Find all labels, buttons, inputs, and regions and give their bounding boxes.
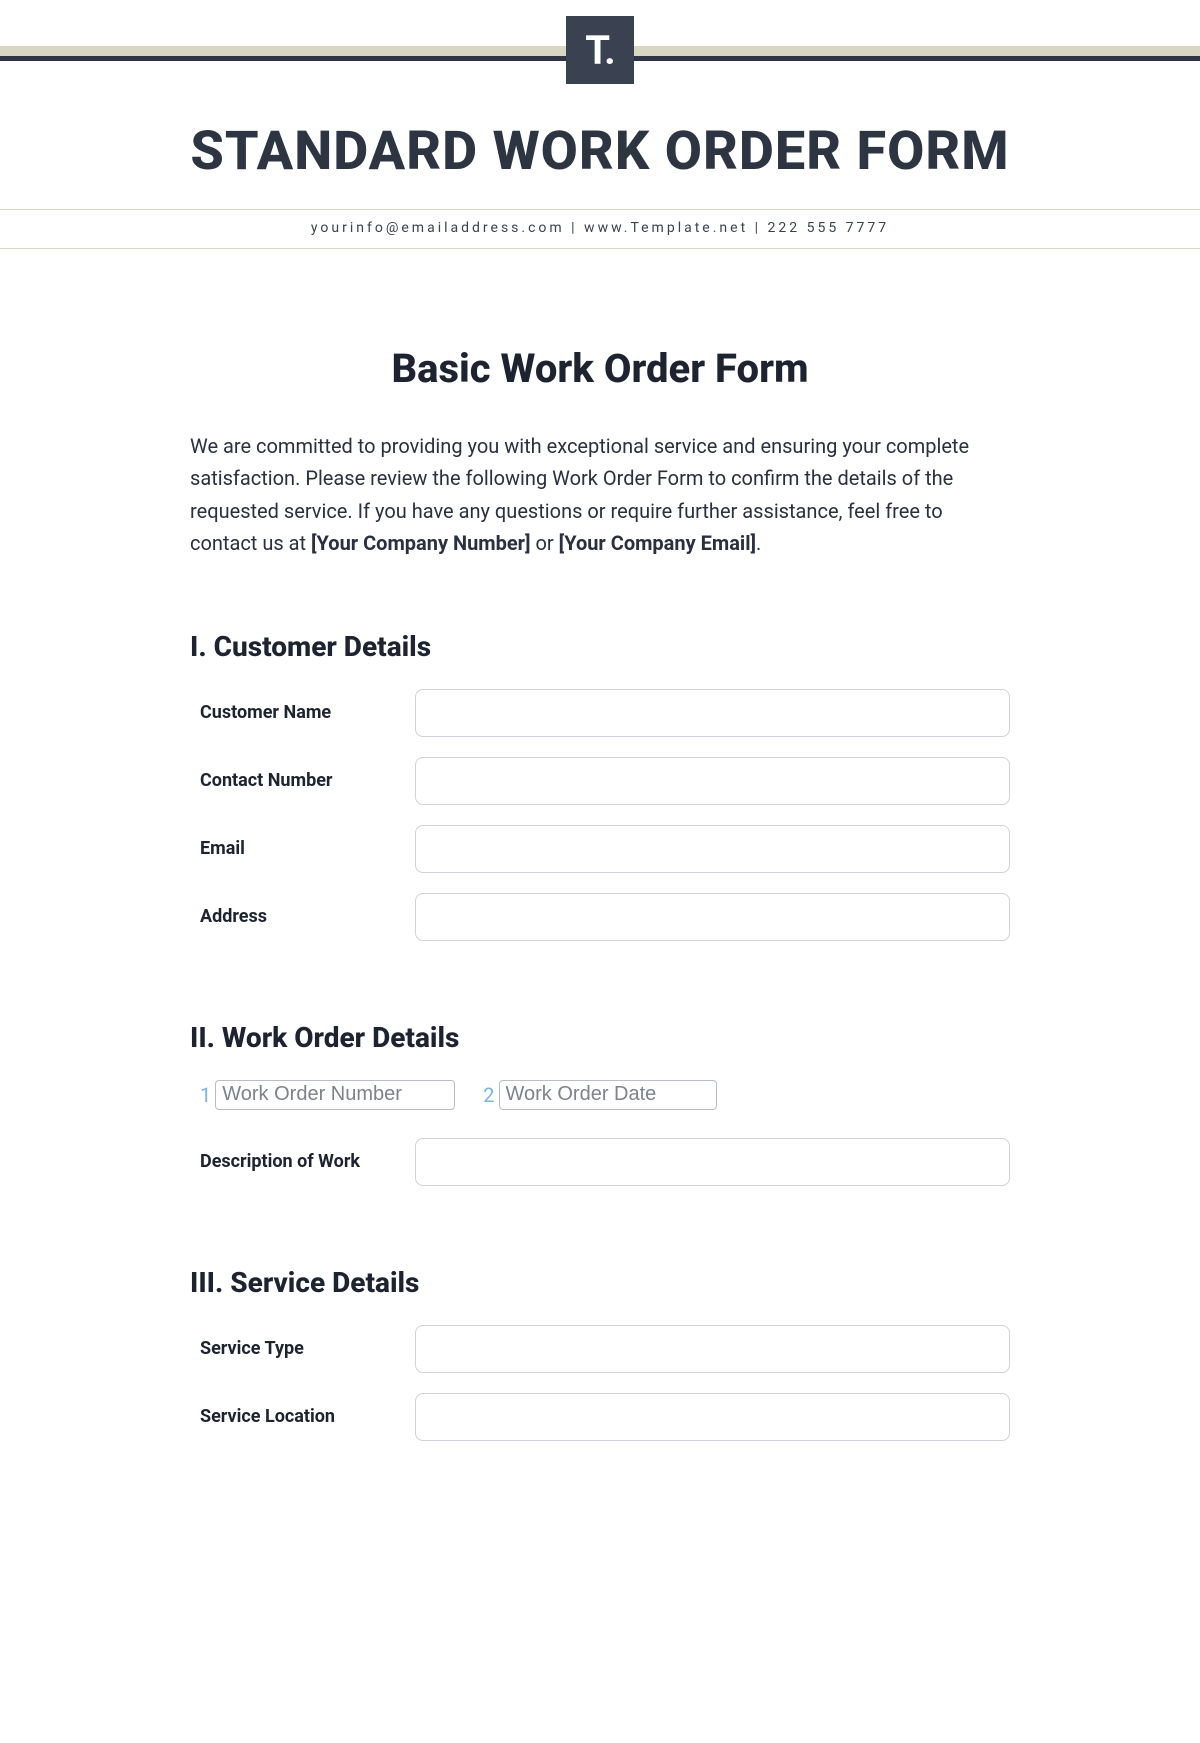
field-row-service-type: Service Type (190, 1325, 1010, 1373)
section-heading-customer: I. Customer Details (190, 630, 1010, 663)
input-description[interactable] (415, 1138, 1010, 1186)
input-address[interactable] (415, 893, 1010, 941)
input-work-order-date[interactable] (499, 1080, 717, 1110)
field-row-description: Description of Work (190, 1138, 1010, 1186)
pair-work-order-number: 1 (200, 1080, 455, 1110)
intro-or: or (531, 531, 559, 555)
intro-paragraph: We are committed to providing you with e… (190, 430, 1010, 560)
section-heading-service: III. Service Details (190, 1266, 1010, 1299)
field-row-contact-number: Contact Number (190, 757, 1010, 805)
label-address: Address (190, 906, 415, 927)
label-email: Email (190, 838, 415, 859)
field-row-email: Email (190, 825, 1010, 873)
pair-work-order-date: 2 (483, 1080, 716, 1110)
input-email[interactable] (415, 825, 1010, 873)
input-service-location[interactable] (415, 1393, 1010, 1441)
work-order-inline-row: 1 2 (190, 1080, 1010, 1110)
input-service-type[interactable] (415, 1325, 1010, 1373)
label-contact-number: Contact Number (190, 770, 415, 791)
logo-text: T. (585, 27, 615, 74)
field-row-address: Address (190, 893, 1010, 941)
section-heading-work-order: II. Work Order Details (190, 1021, 1010, 1054)
label-customer-name: Customer Name (190, 702, 415, 723)
label-service-type: Service Type (190, 1338, 415, 1359)
index-1: 1 (200, 1083, 211, 1107)
placeholder-company-number: [Your Company Number] (311, 531, 531, 555)
input-customer-name[interactable] (415, 689, 1010, 737)
index-2: 2 (483, 1083, 494, 1107)
page-body: Basic Work Order Form We are committed t… (190, 249, 1010, 1441)
field-row-customer-name: Customer Name (190, 689, 1010, 737)
header-rule: T. (0, 42, 1200, 86)
placeholder-company-email: [Your Company Email] (559, 531, 756, 555)
input-work-order-number[interactable] (215, 1080, 455, 1110)
contact-strip: yourinfo@emailaddress.com | www.Template… (0, 209, 1200, 249)
input-contact-number[interactable] (415, 757, 1010, 805)
document-title: STANDARD WORK ORDER FORM (0, 120, 1200, 183)
label-service-location: Service Location (190, 1406, 415, 1427)
intro-end: . (756, 531, 761, 555)
form-title: Basic Work Order Form (190, 345, 1010, 392)
logo-badge: T. (566, 16, 634, 84)
label-description: Description of Work (190, 1151, 415, 1172)
field-row-service-location: Service Location (190, 1393, 1010, 1441)
